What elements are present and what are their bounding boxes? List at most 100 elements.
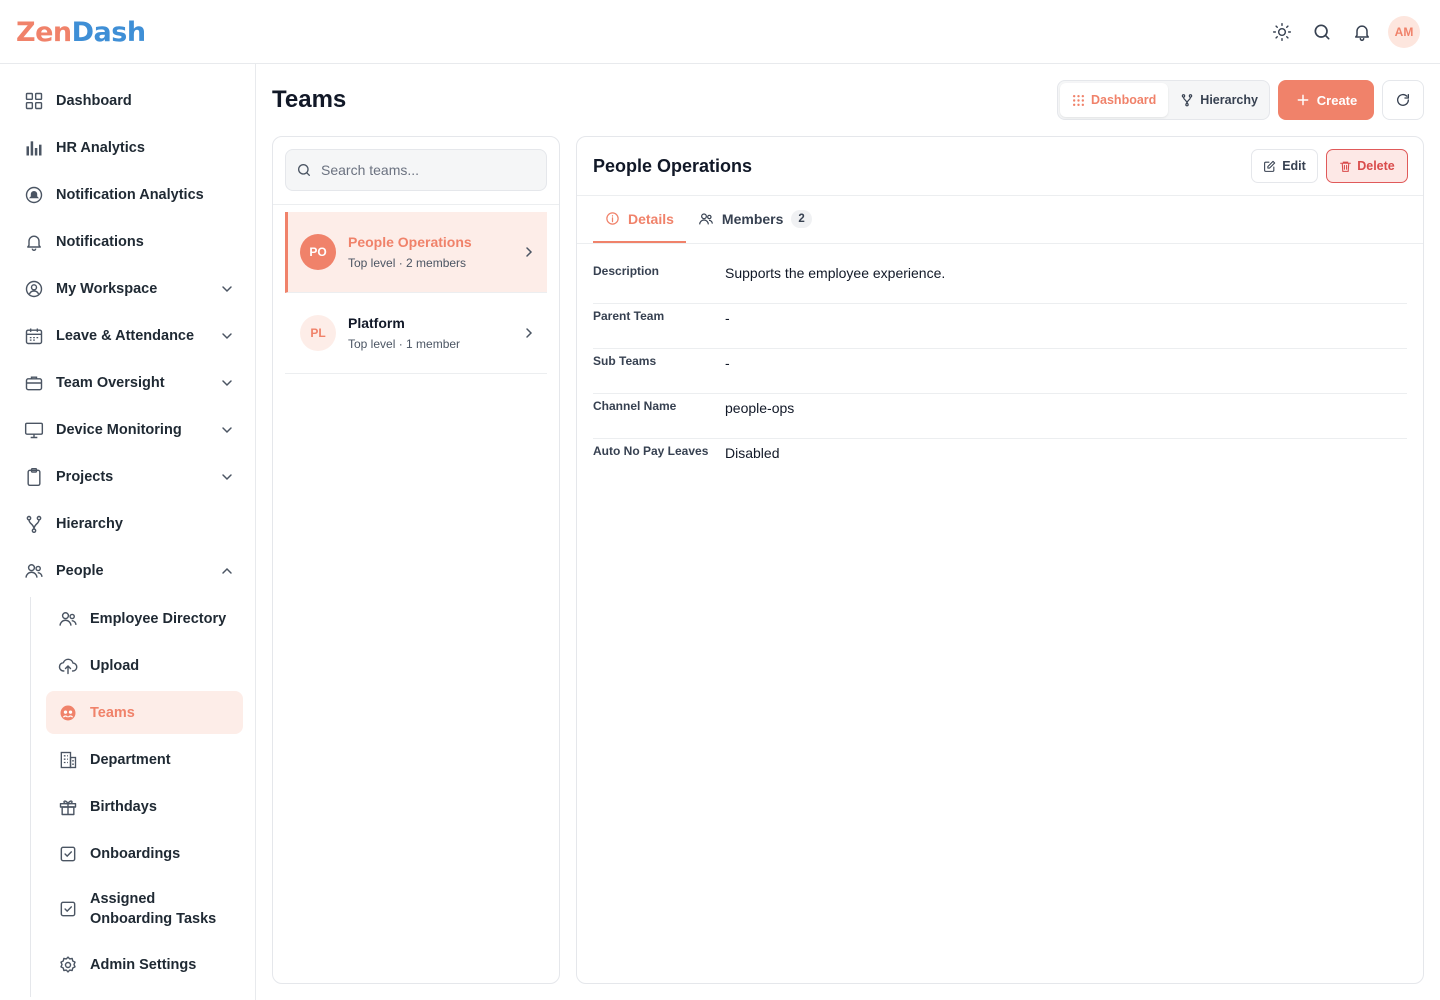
sidebar-subitem-birthdays[interactable]: Birthdays	[46, 785, 243, 828]
sidebar-item-team-oversight[interactable]: Team Oversight	[14, 362, 242, 404]
sidebar-item-dashboard[interactable]: Dashboard	[14, 80, 242, 122]
search-input[interactable]	[321, 162, 521, 178]
teams-list-panel: PO People Operations Top level · 2 membe…	[272, 136, 560, 984]
edit-icon	[1263, 160, 1276, 173]
sidebar-subitem-onboardings[interactable]: Onboardings	[46, 832, 243, 875]
gift-icon	[46, 797, 90, 817]
detail-field-row: Description Supports the employee experi…	[593, 259, 1407, 304]
briefcase-icon	[14, 373, 54, 393]
chevron-right-icon	[511, 325, 547, 341]
gear-icon	[46, 955, 90, 975]
calendar-icon	[14, 326, 54, 346]
field-label: Description	[593, 264, 660, 278]
search-icon[interactable]	[1310, 20, 1334, 44]
info-icon	[605, 211, 620, 226]
sidebar-item-notifications[interactable]: Notifications	[14, 221, 242, 263]
delete-button[interactable]: Delete	[1326, 149, 1408, 183]
sidebar-item-label: People	[56, 563, 104, 579]
detail-field-row: Channel Name people-ops	[593, 394, 1407, 439]
create-button-label: Create	[1316, 92, 1358, 108]
sidebar-item-label: My Workspace	[56, 281, 158, 297]
search-icon	[296, 162, 312, 178]
sidebar-item-label: Hierarchy	[56, 516, 123, 532]
sidebar-subitem-teams[interactable]: Teams	[46, 691, 243, 734]
team-detail-panel: People Operations Edit Delete Details Me…	[576, 136, 1424, 984]
checkbox-icon	[46, 844, 90, 864]
chevron-up-icon[interactable]	[212, 563, 242, 579]
tab-details[interactable]: Details	[593, 196, 686, 243]
bar-chart-icon	[14, 138, 54, 158]
sidebar-item-label: Leave & Attendance	[56, 328, 195, 344]
sidebar-subitem-label: Teams	[90, 704, 135, 721]
trash-icon	[1339, 160, 1352, 173]
detail-field-row: Sub Teams -	[593, 349, 1407, 394]
submenu-guide-line	[30, 597, 31, 997]
sidebar-item-label: Notifications	[56, 234, 144, 250]
hierarchy-icon	[14, 514, 54, 534]
grid-icon	[14, 91, 54, 111]
sidebar-subitem-assigned-onboarding-tasks[interactable]: Assigned Onboarding Tasks	[46, 879, 243, 939]
chevron-down-icon[interactable]	[212, 422, 242, 438]
sidebar-item-label: Projects	[56, 469, 114, 485]
chevron-down-icon[interactable]	[212, 281, 242, 297]
team-name: People Operations	[348, 234, 472, 250]
sidebar-subitem-label: Admin Settings	[90, 956, 197, 973]
sidebar-subitem-admin-settings[interactable]: Admin Settings	[46, 943, 243, 986]
field-value: Disabled	[725, 445, 780, 461]
dots-grid-icon	[1072, 94, 1085, 107]
sidebar-item-label: HR Analytics	[56, 140, 145, 156]
team-avatar: PL	[300, 315, 336, 351]
team-list-item[interactable]: PO People Operations Top level · 2 membe…	[285, 212, 547, 293]
divider	[273, 204, 559, 205]
app-logo[interactable]: ZenDash	[16, 17, 146, 48]
teams-icon	[46, 703, 90, 723]
field-value: people-ops	[725, 400, 795, 416]
chevron-down-icon[interactable]	[212, 469, 242, 485]
chevron-down-icon[interactable]	[212, 328, 242, 344]
sidebar-item-notification-analytics[interactable]: Notification Analytics	[14, 174, 242, 216]
users-icon	[698, 211, 714, 227]
view-toggle-label: Dashboard	[1091, 93, 1157, 107]
create-button[interactable]: Create	[1278, 80, 1374, 120]
sidebar-subitem-label: Employee Directory	[90, 610, 227, 627]
sidebar-item-leave-attendance[interactable]: Leave & Attendance	[14, 315, 242, 357]
view-toggle: Dashboard Hierarchy	[1057, 80, 1270, 120]
tab-members[interactable]: Members 2	[686, 196, 824, 243]
field-value: -	[725, 310, 730, 326]
view-toggle-dashboard[interactable]: Dashboard	[1060, 83, 1169, 117]
plus-icon	[1295, 92, 1311, 108]
sidebar-item-hr-analytics[interactable]: HR Analytics	[14, 127, 242, 169]
sun-icon[interactable]	[1270, 20, 1294, 44]
team-list-item[interactable]: PL Platform Top level · 1 member	[285, 293, 547, 374]
user-avatar[interactable]: AM	[1388, 16, 1420, 48]
sidebar: Dashboard HR Analytics Notification Anal…	[0, 64, 256, 1000]
user-circle-icon	[14, 279, 54, 299]
sidebar-subitem-employee-directory[interactable]: Employee Directory	[46, 597, 243, 640]
sidebar-subitem-label: Assigned Onboarding Tasks	[90, 891, 217, 927]
detail-title: People Operations	[593, 156, 753, 176]
team-avatar: PO	[300, 234, 336, 270]
chevron-down-icon[interactable]	[212, 375, 242, 391]
field-value: Supports the employee experience.	[725, 265, 946, 281]
bell-icon	[14, 232, 54, 252]
view-toggle-hierarchy[interactable]: Hierarchy	[1168, 83, 1270, 117]
team-meta: Top level · 1 member	[348, 337, 461, 351]
refresh-button[interactable]	[1382, 80, 1424, 120]
edit-button[interactable]: Edit	[1251, 149, 1318, 183]
sidebar-item-device-monitoring[interactable]: Device Monitoring	[14, 409, 242, 451]
sidebar-subitem-upload[interactable]: Upload	[46, 644, 243, 687]
sidebar-item-people[interactable]: People	[14, 550, 242, 592]
building-icon	[46, 750, 90, 770]
sidebar-item-hierarchy[interactable]: Hierarchy	[14, 503, 242, 545]
edit-button-label: Edit	[1282, 159, 1306, 173]
users-icon	[46, 609, 90, 629]
sidebar-item-label: Device Monitoring	[56, 422, 182, 438]
sidebar-subitem-department[interactable]: Department	[46, 738, 243, 781]
bell-icon[interactable]	[1350, 20, 1374, 44]
sidebar-item-projects[interactable]: Projects	[14, 456, 242, 498]
top-bar: ZenDash AM	[0, 0, 1440, 64]
field-label: Auto No Pay Leaves	[593, 444, 709, 458]
search-box[interactable]	[285, 149, 547, 191]
sidebar-item-my-workspace[interactable]: My Workspace	[14, 268, 242, 310]
users-icon	[14, 561, 54, 581]
